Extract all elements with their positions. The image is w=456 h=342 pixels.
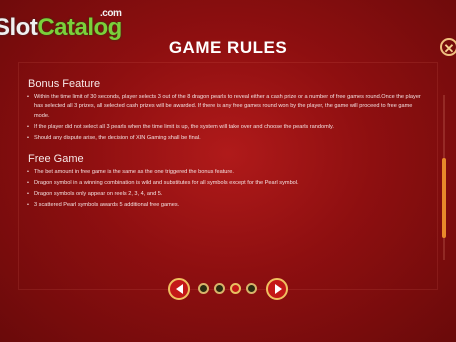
page-dot-2[interactable] bbox=[214, 283, 225, 294]
list-item: If the player did not select all 3 pearl… bbox=[27, 123, 428, 133]
game-rules-screen: SlotCatalog .com GAME RULES ✕ Bonus Feat… bbox=[0, 0, 456, 342]
chevron-left-icon bbox=[176, 284, 183, 294]
free-game-list: The bet amount in free game is the same … bbox=[27, 168, 428, 211]
page-dot-3[interactable] bbox=[230, 283, 241, 294]
section-heading-free-game: Free Game bbox=[28, 153, 84, 166]
list-item: 3 scattered Pearl symbols awards 5 addit… bbox=[27, 201, 428, 211]
close-button[interactable]: ✕ bbox=[440, 38, 456, 56]
rules-content: Bonus Feature Within the time limit of 3… bbox=[27, 78, 428, 221]
page-title: GAME RULES bbox=[168, 38, 288, 57]
page-dot-1[interactable] bbox=[198, 283, 209, 294]
list-item: Within the time limit of 30 seconds, pla… bbox=[27, 93, 428, 121]
watermark-part1: Slot bbox=[0, 14, 38, 41]
chevron-right-icon bbox=[275, 284, 282, 294]
list-item: The bet amount in free game is the same … bbox=[27, 168, 428, 178]
bonus-list: Within the time limit of 30 seconds, pla… bbox=[27, 93, 428, 144]
section-heading-bonus: Bonus Feature bbox=[28, 78, 101, 90]
close-icon: ✕ bbox=[443, 41, 455, 56]
scrollbar-thumb[interactable] bbox=[442, 158, 446, 238]
watermark-suffix: .com bbox=[100, 8, 122, 19]
next-page-button[interactable] bbox=[266, 278, 288, 300]
list-item: Dragon symbol in a winning combination i… bbox=[27, 179, 428, 189]
prev-page-button[interactable] bbox=[168, 278, 190, 300]
page-navigation bbox=[0, 278, 456, 300]
list-item: Should any dispute arise, the decision o… bbox=[27, 134, 428, 144]
page-dot-4[interactable] bbox=[246, 283, 257, 294]
list-item: Dragon symbols only appear on reels 2, 3… bbox=[27, 190, 428, 200]
